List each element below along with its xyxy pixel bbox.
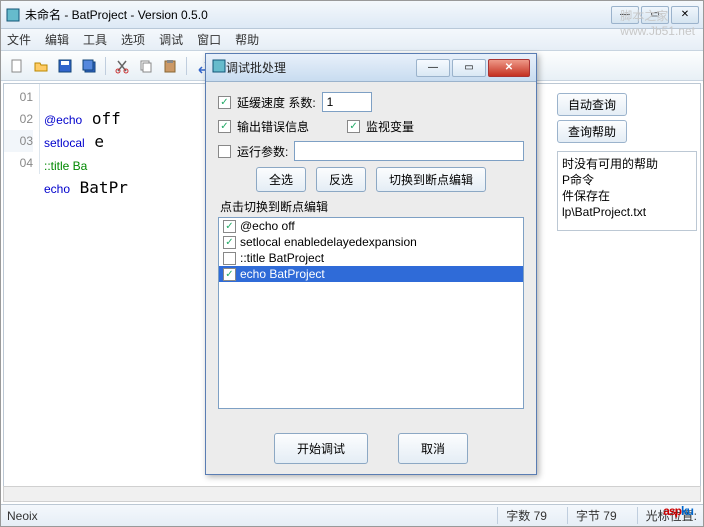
- status-chars: 字数 79: [497, 507, 547, 524]
- watermark: 脚本之家www.Jb51.net: [620, 7, 695, 38]
- app-icon: [5, 7, 21, 23]
- line-gutter: 01 02 03 04: [4, 84, 40, 174]
- menu-edit[interactable]: 编辑: [45, 31, 69, 48]
- brand-watermark: aspku: [663, 491, 693, 522]
- list-item[interactable]: ✓setlocal enabledelayedexpansion: [219, 234, 523, 250]
- watch-var-checkbox[interactable]: ✓: [347, 120, 360, 133]
- breakpoint-list[interactable]: ✓@echo off ✓setlocal enabledelayedexpans…: [218, 217, 524, 409]
- item-checkbox[interactable]: ✓: [223, 220, 236, 233]
- list-item[interactable]: ::title BatProject: [219, 250, 523, 266]
- menu-debug[interactable]: 调试: [159, 31, 183, 48]
- save-icon[interactable]: [55, 56, 75, 76]
- dialog-close-button[interactable]: ✕: [488, 59, 530, 77]
- output-err-label: 输出错误信息: [237, 118, 309, 135]
- help-panel: 自动查询 查询帮助 时没有可用的帮助 P命令 件保存在 lp\BatProjec…: [557, 93, 697, 231]
- help-text: 时没有可用的帮助 P命令 件保存在 lp\BatProject.txt: [557, 151, 697, 231]
- horizontal-scrollbar[interactable]: [3, 486, 701, 502]
- menu-tools[interactable]: 工具: [83, 31, 107, 48]
- list-item[interactable]: ✓echo BatProject: [219, 266, 523, 282]
- new-icon[interactable]: [7, 56, 27, 76]
- select-all-button[interactable]: 全选: [256, 167, 306, 192]
- main-titlebar: 未命名 - BatProject - Version 0.5.0 脚本之家www…: [1, 1, 703, 29]
- code-area[interactable]: @echo off setlocal e ::title Ba echo Bat…: [44, 86, 128, 200]
- dialog-title: 调试批处理: [226, 59, 414, 76]
- debug-dialog: 调试批处理 — ▭ ✕ ✓ 延缓速度 系数: ✓ 输出错误信息 ✓ 监视变量 运…: [205, 53, 537, 475]
- output-err-checkbox[interactable]: ✓: [218, 120, 231, 133]
- speed-input[interactable]: [322, 92, 372, 112]
- dialog-maximize-button[interactable]: ▭: [452, 59, 486, 77]
- menu-file[interactable]: 文件: [7, 31, 31, 48]
- menu-window[interactable]: 窗口: [197, 31, 221, 48]
- item-checkbox[interactable]: ✓: [223, 236, 236, 249]
- save-all-icon[interactable]: [79, 56, 99, 76]
- cancel-button[interactable]: 取消: [398, 433, 468, 464]
- statusbar: Neoix 字数 79 字节 79 光标位置:: [1, 504, 703, 526]
- switch-bp-button[interactable]: 切换到断点编辑: [376, 167, 486, 192]
- dialog-titlebar[interactable]: 调试批处理 — ▭ ✕: [206, 54, 536, 82]
- list-item[interactable]: ✓@echo off: [219, 218, 523, 234]
- copy-icon[interactable]: [136, 56, 156, 76]
- speed-checkbox[interactable]: ✓: [218, 96, 231, 109]
- dialog-minimize-button[interactable]: —: [416, 59, 450, 77]
- item-checkbox[interactable]: ✓: [223, 268, 236, 281]
- open-icon[interactable]: [31, 56, 51, 76]
- menu-options[interactable]: 选项: [121, 31, 145, 48]
- start-debug-button[interactable]: 开始调试: [274, 433, 368, 464]
- cut-icon[interactable]: [112, 56, 132, 76]
- list-label: 点击切换到断点编辑: [220, 198, 524, 215]
- paste-icon[interactable]: [160, 56, 180, 76]
- speed-label: 延缓速度 系数:: [237, 94, 316, 111]
- help-button[interactable]: 查询帮助: [557, 120, 627, 143]
- auto-query-button[interactable]: 自动查询: [557, 93, 627, 116]
- run-args-input[interactable]: [294, 141, 524, 161]
- run-args-checkbox[interactable]: [218, 145, 231, 158]
- menu-help[interactable]: 帮助: [235, 31, 259, 48]
- invert-button[interactable]: 反选: [316, 167, 366, 192]
- menubar: 文件 编辑 工具 选项 调试 窗口 帮助: [1, 29, 703, 51]
- run-args-label: 运行参数:: [237, 143, 288, 160]
- watch-var-label: 监视变量: [366, 118, 414, 135]
- item-checkbox[interactable]: [223, 252, 236, 265]
- status-user: Neoix: [7, 509, 38, 523]
- dialog-icon: [212, 59, 226, 76]
- window-title: 未命名 - BatProject - Version 0.5.0: [25, 6, 208, 23]
- status-bytes: 字节 79: [567, 507, 617, 524]
